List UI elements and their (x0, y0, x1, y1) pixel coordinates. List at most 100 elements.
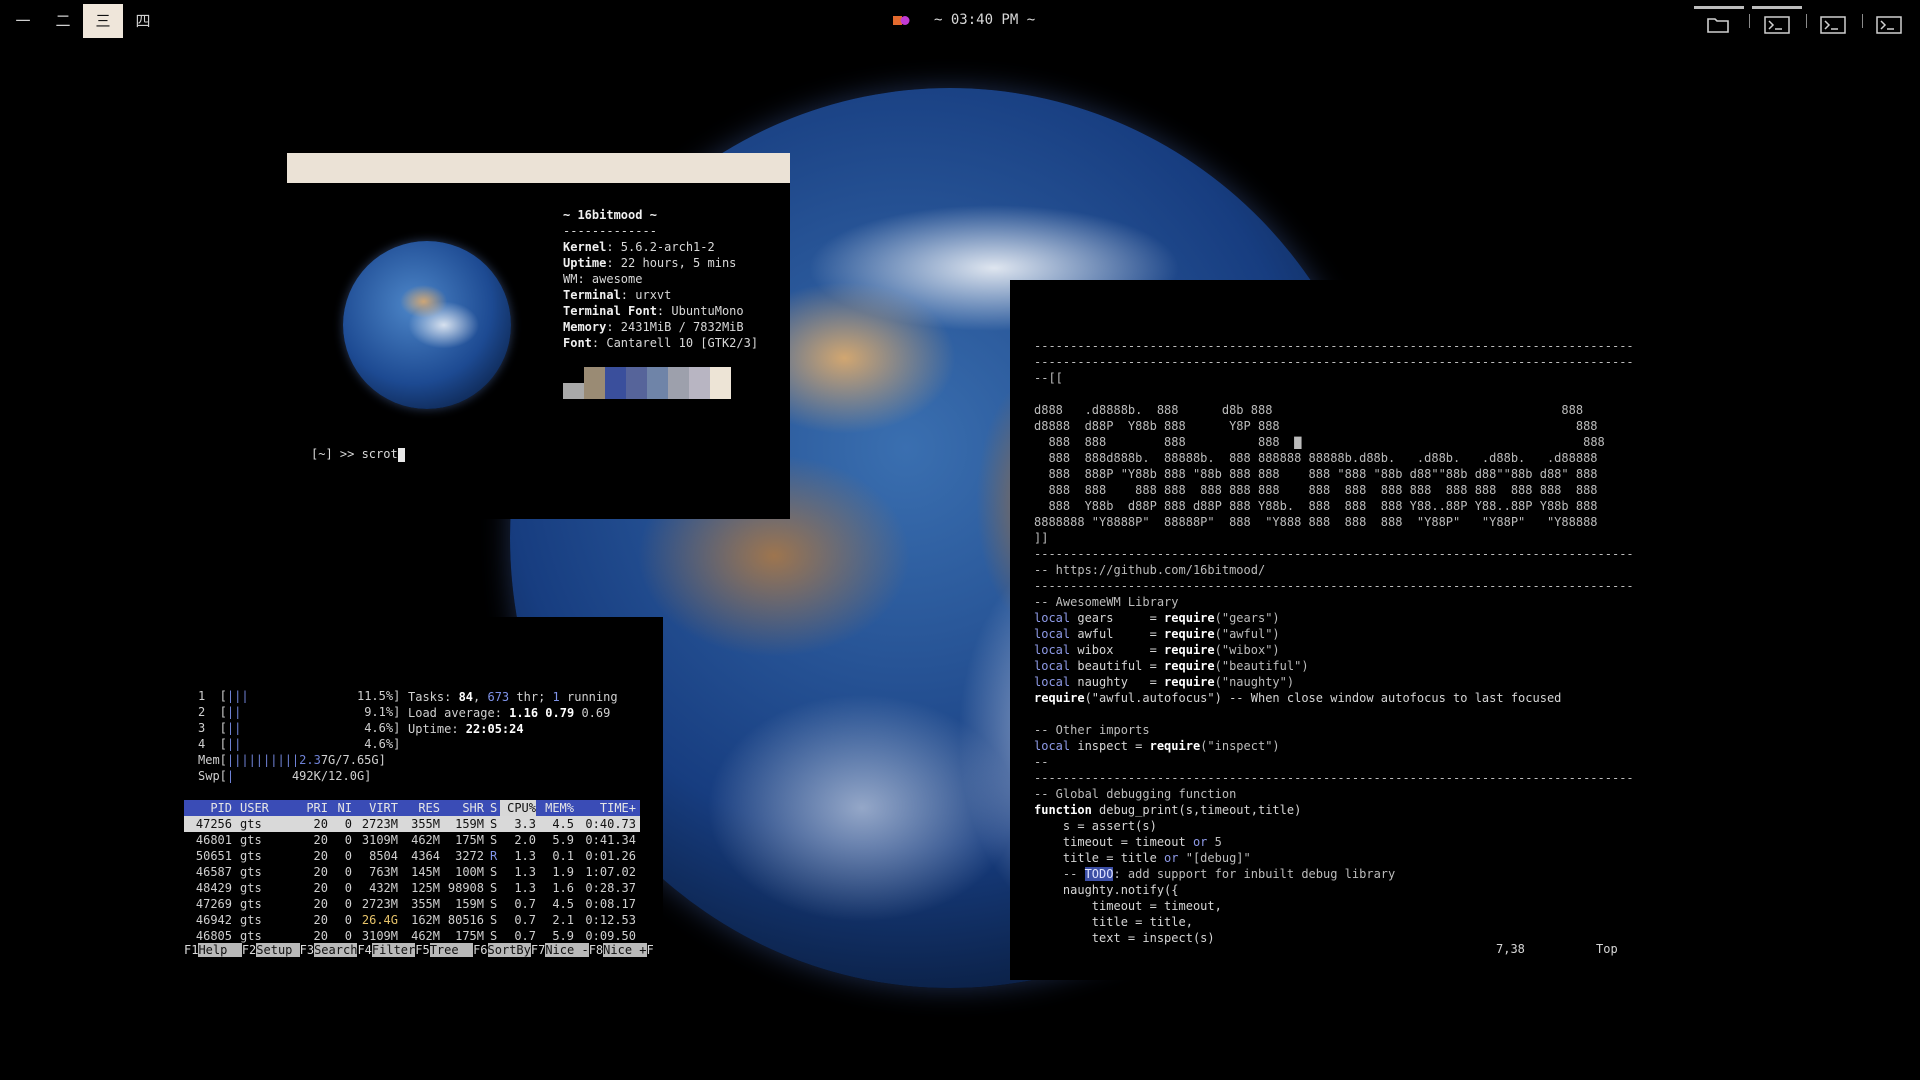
tag-4[interactable]: 四 (123, 4, 163, 38)
cell-user: gts (240, 897, 262, 911)
cpu-meter-4: 4 [|| 4.6%] (198, 737, 401, 751)
palette-swatch (584, 367, 605, 399)
column-header[interactable]: PID (184, 800, 232, 816)
cursor-position: 7,38 (1496, 942, 1525, 956)
column-header[interactable]: TIME+ (576, 800, 636, 816)
code-token: -- https://github.com/16bitmood/ (1034, 563, 1266, 577)
code-line: 888 Y88b d88P 888 d88P 888 Y88b. 888 888… (1034, 498, 1597, 514)
cell-shr: 175M (455, 929, 484, 943)
cell-res: 462M (411, 929, 440, 943)
column-header[interactable]: CPU% (500, 800, 536, 816)
fetch-terminal-window[interactable]: ~ 16bitmood ~ ------------- Kernel: 5.6.… (287, 153, 790, 519)
code-token: local (1034, 739, 1071, 753)
code-line: -- AwesomeWM Library (1034, 594, 1179, 610)
column-header[interactable]: S (490, 800, 500, 816)
fkey-f1[interactable]: F1 (184, 943, 198, 957)
code-line: 888 888 888 888 ▇ 888 (1034, 434, 1604, 450)
code-line: -- https://github.com/16bitmood/ (1034, 562, 1265, 578)
column-header[interactable]: PRI (298, 800, 328, 816)
process-row[interactable]: 46942 gts 20 0 26.4G 162M 80516 S 0.7 2.1 0:12.53 (184, 912, 640, 928)
fkey-label[interactable]: Help (198, 943, 242, 957)
cell-cpu: 2.0 (514, 833, 536, 847)
code-token: ----------------------------------------… (1034, 579, 1634, 593)
htop-terminal-window[interactable]: 1 [||| 11.5%] 2 [|| 9.1%] 3 [|| 4.6%] 4 … (180, 617, 663, 963)
column-header[interactable]: USER (240, 800, 280, 816)
palette-swatch (647, 367, 668, 399)
column-header[interactable]: SHR (442, 800, 484, 816)
process-row[interactable]: 48429 gts 20 0 432M 125M 98908 S 1.3 1.6 0:28.37 (184, 880, 640, 896)
terminal-icon (1764, 16, 1790, 34)
fkey-f6[interactable]: F6 (473, 943, 487, 957)
fkey-f7[interactable]: F7 (531, 943, 545, 957)
code-token: 5 (1207, 835, 1222, 849)
color-palette (563, 367, 731, 399)
cell-pid: 47269 (195, 897, 232, 911)
tag-2[interactable]: 二 (43, 4, 83, 38)
fkey-label[interactable]: Filter (371, 943, 416, 957)
code-line: 888 888 888 888 888 888 888 888 888 888 … (1034, 482, 1597, 498)
shell-prompt[interactable]: [~] >> scrot (311, 447, 405, 462)
column-header[interactable]: VIRT (354, 800, 398, 816)
code-line: ----------------------------------------… (1034, 546, 1634, 562)
earth-logo-image (343, 241, 511, 409)
cell-ni: 0 (344, 881, 352, 895)
window-titlebar[interactable] (287, 153, 790, 183)
fkey-f5[interactable]: F5 (415, 943, 429, 957)
fkey-f4[interactable]: F4 (357, 943, 371, 957)
cell-s: S (490, 865, 498, 879)
fkey-label[interactable]: Setup (256, 943, 300, 957)
cell-pri: 20 (313, 929, 328, 943)
fkey-f3[interactable]: F3 (300, 943, 314, 957)
fkey-f[interactable]: F (647, 943, 654, 957)
tag-3-active[interactable]: 三 (83, 4, 123, 38)
vim-editor-window[interactable]: ----------------------------------------… (1010, 280, 1640, 980)
process-row[interactable]: 47256 gts 20 0 2723M 355M 159M S 3.3 4.5 0:40.73 (184, 816, 640, 832)
code-token: timeout = timeout, (1034, 899, 1222, 913)
cell-mem: 2.1 (552, 913, 574, 927)
code-token: local (1034, 643, 1071, 657)
code-line: local awful = require("awful") (1034, 626, 1280, 642)
cell-user: gts (240, 913, 262, 927)
fkey-label[interactable]: SortBy (487, 943, 531, 957)
tag-1[interactable]: 一 (3, 4, 43, 38)
cell-pid: 46587 (195, 865, 232, 879)
task-terminal-3[interactable] (1864, 6, 1914, 38)
cell-s: S (490, 833, 498, 847)
cell-user: gts (240, 929, 262, 943)
fkey-label[interactable]: Search (314, 943, 358, 957)
cell-virt: 2723M (361, 897, 398, 911)
process-row[interactable]: 50651 gts 20 0 8504 4364 3272 R 1.3 0.1 0:01.26 (184, 848, 640, 864)
cell-res: 355M (411, 897, 440, 911)
task-terminal-2[interactable] (1808, 6, 1858, 38)
code-line: 8888888 "Y8888P" 88888P" 888 "Y888 888 8… (1034, 514, 1598, 530)
cell-shr: 159M (455, 897, 484, 911)
task-file-manager[interactable] (1694, 6, 1744, 38)
process-row[interactable]: 46801 gts 20 0 3109M 462M 175M S 2.0 5.9 0:41.34 (184, 832, 640, 848)
column-header[interactable]: MEM% (540, 800, 574, 816)
code-line: ----------------------------------------… (1034, 770, 1634, 786)
palette-swatch (563, 383, 584, 399)
fkey-f2[interactable]: F2 (242, 943, 256, 957)
code-line: local inspect = require("inspect") (1034, 738, 1280, 754)
fkey-label[interactable]: Tree (429, 943, 474, 957)
process-row[interactable]: 47269 gts 20 0 2723M 355M 159M S 0.7 4.5 0:08.17 (184, 896, 640, 912)
column-header[interactable]: NI (332, 800, 352, 816)
code-line: d888 .d8888b. 888 d8b 888 888 (1034, 402, 1583, 418)
code-token: ("naughty") (1214, 675, 1295, 689)
code-token: require (1164, 627, 1215, 641)
cell-ni: 0 (344, 913, 352, 927)
code-line: -- Other imports (1034, 722, 1150, 738)
column-header[interactable]: RES (400, 800, 440, 816)
cell-cpu: 1.3 (514, 865, 536, 879)
cell-pri: 20 (313, 913, 328, 927)
process-row[interactable]: 46587 gts 20 0 763M 145M 100M S 1.3 1.9 1:07.02 (184, 864, 640, 880)
cell-virt: 2723M (361, 817, 398, 831)
fkey-f8[interactable]: F8 (589, 943, 603, 957)
cell-ni: 0 (344, 833, 352, 847)
code-token: timeout = timeout (1034, 835, 1193, 849)
cell-cpu: 0.7 (514, 929, 536, 943)
fkey-label[interactable]: Nice + (603, 943, 647, 957)
process-row[interactable]: 46805 gts 20 0 3109M 462M 175M S 0.7 5.9 0:09.50 (184, 928, 640, 944)
fkey-label[interactable]: Nice - (545, 943, 589, 957)
task-terminal-1[interactable] (1752, 6, 1802, 38)
